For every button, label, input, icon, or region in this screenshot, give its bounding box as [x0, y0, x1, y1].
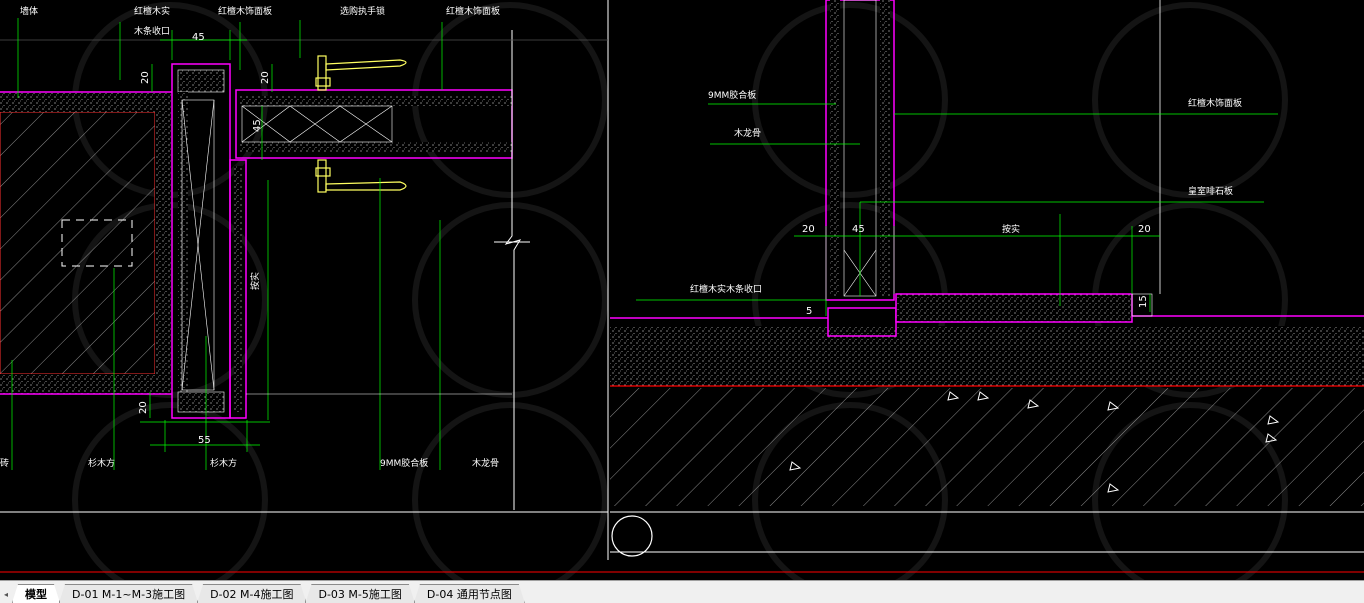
tab-prev-icon[interactable]: ◂ [2, 587, 10, 601]
label-veneer: 红檀木饰面板 [1188, 97, 1242, 109]
label-joist-bottom: 木龙骨 [472, 457, 499, 469]
label-veneer-panel-top: 红檀木饰面板 [446, 5, 500, 17]
label-trim-edge: 木条收口 [134, 25, 170, 37]
label-joist: 木龙骨 [734, 127, 761, 139]
tab-d01[interactable]: D-01 M-1~M-3施工图 [59, 584, 198, 603]
tab-d02[interactable]: D-02 M-4施工图 [197, 584, 306, 603]
label-wall: 墙体 [20, 5, 38, 17]
dim-bottom-55: 55 [198, 435, 211, 446]
dim-right-20-top: 20 [260, 71, 271, 84]
dim-15: 15 [1138, 295, 1149, 308]
label-solid-wood-trim: 红檀木实 [134, 5, 170, 17]
tab-label: D-03 M-5施工图 [318, 588, 402, 601]
tab-nav-buttons: ◂ [0, 587, 12, 603]
label-marble: 皇室啡石板 [1188, 185, 1233, 197]
label-wood-square-1: 杉木方 [88, 457, 115, 469]
label-vertical-note: 按实 [249, 272, 261, 290]
tab-model[interactable]: 模型 [12, 584, 60, 603]
label-trim: 红檀木实木条收口 [690, 283, 762, 295]
cad-drawing-canvas[interactable]: 墙体 红檀木实 木条收口 红檀木饰面板 选购执手锁 红檀木饰面板 9MM胶合板 … [0, 0, 1364, 580]
cad-drawing-svg: 墙体 红檀木实 木条收口 红檀木饰面板 选购执手锁 红檀木饰面板 9MM胶合板 … [0, 0, 1364, 580]
dim-top-width: 45 [192, 32, 205, 43]
dim-bottom-20: 20 [138, 401, 149, 414]
tab-d03[interactable]: D-03 M-5施工图 [305, 584, 414, 603]
tab-d04[interactable]: D-04 通用节点图 [414, 584, 525, 603]
label-cut-left: 砖 [0, 457, 9, 469]
tab-label: D-02 M-4施工图 [210, 588, 294, 601]
dim-5: 5 [806, 306, 812, 317]
label-plywood-bottom: 9MM胶合板 [380, 457, 428, 469]
label-wood-square-2: 杉木方 [210, 457, 237, 469]
dim-left-20-top: 20 [140, 71, 151, 84]
tab-label: D-01 M-1~M-3施工图 [72, 588, 186, 601]
dim-20-left: 20 [802, 224, 815, 235]
label-per-actual: 按实 [1002, 223, 1020, 235]
layout-tab-bar: ◂ 模型 D-01 M-1~M-3施工图 D-02 M-4施工图 D-03 M-… [0, 580, 1364, 603]
dim-20-right: 20 [1138, 224, 1151, 235]
dim-45: 45 [852, 224, 865, 235]
dim-mid-45: 45 [252, 119, 263, 132]
label-plywood: 9MM胶合板 [708, 89, 756, 101]
tab-label: 模型 [25, 588, 47, 601]
label-handle: 选购执手锁 [340, 5, 385, 17]
tab-label: D-04 通用节点图 [426, 588, 512, 601]
label-veneer-panel: 红檀木饰面板 [218, 5, 272, 17]
